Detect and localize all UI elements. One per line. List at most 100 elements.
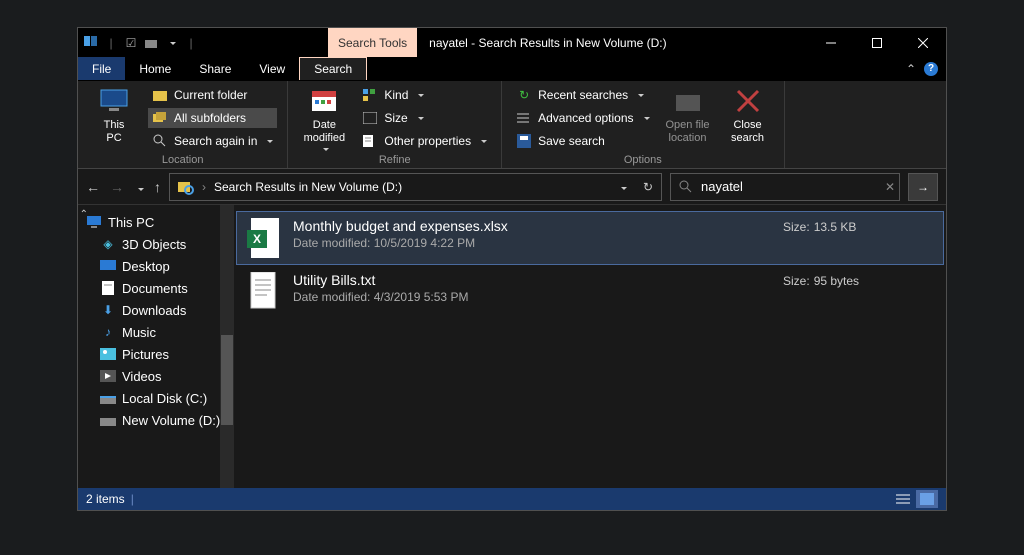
- qat-dropdown-icon[interactable]: [164, 36, 178, 50]
- maximize-button[interactable]: [854, 28, 900, 57]
- breadcrumb-path[interactable]: Search Results in New Volume (D:): [214, 180, 402, 194]
- ribbon-group-location: This PC Current folder All subfolders Se…: [78, 81, 288, 168]
- save-search-button[interactable]: Save search: [512, 131, 653, 151]
- other-properties-button[interactable]: Other properties: [358, 131, 491, 151]
- tree-documents[interactable]: Documents: [78, 277, 234, 299]
- save-icon: [516, 133, 532, 149]
- help-icon[interactable]: ?: [924, 62, 938, 76]
- tree-this-pc[interactable]: This PC: [78, 211, 234, 233]
- close-search-button[interactable]: Close search: [722, 85, 774, 144]
- kind-icon: [362, 87, 378, 103]
- tree-local-disk-c[interactable]: Local Disk (C:): [78, 387, 234, 409]
- tab-home[interactable]: Home: [125, 57, 185, 80]
- svg-text:X: X: [253, 232, 261, 246]
- search-go-button[interactable]: →: [908, 173, 938, 201]
- tree-pictures[interactable]: Pictures: [78, 343, 234, 365]
- window-title: nayatel - Search Results in New Volume (…: [417, 36, 808, 50]
- size-icon: [362, 110, 378, 126]
- date-modified-button[interactable]: Date modified: [298, 85, 350, 152]
- quick-access-toolbar: | ☑ |: [78, 28, 204, 57]
- advanced-options-button[interactable]: Advanced options: [512, 108, 653, 128]
- result-size: Size: 13.5 KB: [783, 218, 933, 234]
- size-button[interactable]: Size: [358, 108, 491, 128]
- recent-searches-button[interactable]: ↻ Recent searches: [512, 85, 653, 105]
- kind-button[interactable]: Kind: [358, 85, 491, 105]
- collapse-ribbon-icon[interactable]: ⌃: [906, 62, 916, 76]
- collapse-icon[interactable]: ⌃: [80, 209, 88, 220]
- result-size: Size: 95 bytes: [783, 272, 933, 288]
- group-label: Refine: [379, 152, 411, 166]
- search-box[interactable]: ✕: [670, 173, 900, 201]
- tab-share[interactable]: Share: [185, 57, 245, 80]
- tree-downloads[interactable]: ⬇ Downloads: [78, 299, 234, 321]
- result-modified: Date modified: 4/3/2019 5:53 PM: [293, 290, 769, 304]
- folder-icon: [152, 87, 168, 103]
- refresh-icon: ↻: [516, 87, 532, 103]
- current-folder-button[interactable]: Current folder: [148, 85, 277, 105]
- tab-file[interactable]: File: [78, 57, 125, 80]
- up-button[interactable]: ↑: [154, 179, 161, 195]
- new-folder-icon[interactable]: [144, 36, 158, 50]
- tree-new-volume-d[interactable]: New Volume (D:): [78, 409, 234, 431]
- ribbon-tabs: File Home Share View Search ⌃ ?: [78, 57, 946, 81]
- back-button[interactable]: ←: [86, 179, 100, 195]
- folder-open-icon: [672, 85, 704, 117]
- address-dropdown-icon[interactable]: [617, 180, 627, 194]
- group-label: Options: [624, 152, 662, 166]
- chevron-right-icon[interactable]: ›: [202, 180, 206, 194]
- scrollbar-thumb[interactable]: [221, 335, 233, 425]
- search-tools-label: Search Tools: [338, 36, 407, 50]
- cube-icon: ◈: [100, 236, 116, 252]
- status-bar: 2 items |: [78, 488, 946, 510]
- this-pc-button[interactable]: This PC: [88, 85, 140, 144]
- properties-icon[interactable]: ☑: [124, 36, 138, 50]
- search-icon: [679, 180, 693, 194]
- search-icon: [152, 133, 168, 149]
- explorer-window: | ☑ | Search Tools nayatel - Search Resu…: [77, 27, 947, 511]
- refresh-icon[interactable]: ↻: [643, 180, 653, 194]
- address-bar[interactable]: › Search Results in New Volume (D:) ↻: [169, 173, 662, 201]
- ribbon-group-options: ↻ Recent searches Advanced options Save …: [502, 81, 784, 168]
- details-view-button[interactable]: [892, 490, 914, 508]
- ribbon-contextual-tab[interactable]: Search Tools: [328, 28, 417, 57]
- thumbnails-view-button[interactable]: [916, 490, 938, 508]
- open-file-location-button[interactable]: Open file location: [662, 85, 714, 144]
- properties-icon: [362, 133, 378, 149]
- search-input[interactable]: [701, 179, 877, 194]
- ribbon: This PC Current folder All subfolders Se…: [78, 81, 946, 169]
- close-button[interactable]: [900, 28, 946, 57]
- txt-icon: [247, 272, 279, 312]
- search-results-icon: [178, 179, 194, 195]
- tree-desktop[interactable]: Desktop: [78, 255, 234, 277]
- drive-icon: [100, 412, 116, 428]
- history-dropdown[interactable]: [134, 179, 144, 195]
- clear-search-icon[interactable]: ✕: [885, 180, 895, 194]
- result-row[interactable]: Utility Bills.txt Date modified: 4/3/201…: [236, 265, 944, 319]
- item-count: 2 items: [86, 492, 125, 506]
- tree-videos[interactable]: Videos: [78, 365, 234, 387]
- results-pane[interactable]: X Monthly budget and expenses.xlsx Date …: [234, 205, 946, 488]
- tab-search[interactable]: Search: [299, 57, 367, 80]
- search-again-in-button[interactable]: Search again in: [148, 131, 277, 151]
- document-icon: [100, 280, 116, 296]
- all-subfolders-button[interactable]: All subfolders: [148, 108, 277, 128]
- result-row[interactable]: X Monthly budget and expenses.xlsx Date …: [236, 211, 944, 265]
- navigation-pane[interactable]: ⌃ This PC ◈ 3D Objects Desktop Documents…: [78, 205, 234, 488]
- list-icon: [516, 110, 532, 126]
- explorer-icon: [84, 36, 98, 50]
- close-icon: [732, 85, 764, 117]
- folders-icon: [152, 110, 168, 126]
- video-icon: [100, 368, 116, 384]
- calendar-icon: [308, 85, 340, 117]
- picture-icon: [100, 346, 116, 362]
- tab-view[interactable]: View: [245, 57, 299, 80]
- group-label: Location: [162, 152, 204, 166]
- content-area: ⌃ This PC ◈ 3D Objects Desktop Documents…: [78, 205, 946, 488]
- tree-3d-objects[interactable]: ◈ 3D Objects: [78, 233, 234, 255]
- sidebar-scrollbar[interactable]: [220, 205, 234, 488]
- monitor-icon: [98, 85, 130, 117]
- result-filename: Monthly budget and expenses.xlsx: [293, 218, 769, 234]
- forward-button[interactable]: →: [110, 179, 124, 195]
- minimize-button[interactable]: [808, 28, 854, 57]
- tree-music[interactable]: ♪ Music: [78, 321, 234, 343]
